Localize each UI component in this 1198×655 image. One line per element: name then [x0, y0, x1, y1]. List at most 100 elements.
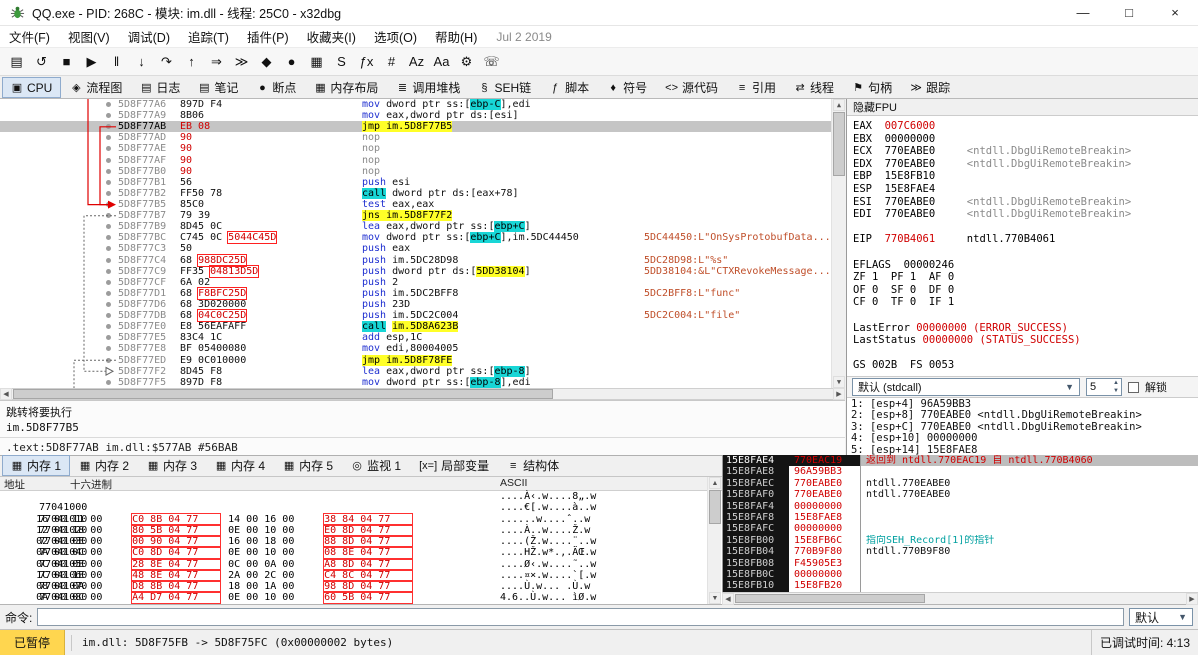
stack-argument-row[interactable]: 4: [esp+10] 00000000 [847, 432, 1198, 444]
disasm-row[interactable]: 5D8F77D6 68 3D020000 push 23D [0, 299, 845, 310]
breakpoint-dot[interactable] [106, 335, 111, 341]
scroll-up-arrow-icon[interactable]: ▲ [833, 99, 845, 111]
tab-dump-2[interactable]: ▦ 内存 2 [70, 455, 138, 476]
breakpoint-dot[interactable] [106, 324, 111, 330]
disasm-row[interactable]: 5D8F77B0 90 nop [0, 166, 845, 177]
memory-map-icon[interactable]: ▦ [304, 50, 329, 74]
register-row[interactable] [853, 309, 1192, 322]
breakpoint-dot[interactable] [106, 179, 111, 185]
breakpoint-dot[interactable] [106, 190, 111, 196]
unlock-checkbox[interactable] [1128, 381, 1139, 393]
memory-dump-row[interactable]: 77041060 08 00 0A 00 D8 8B 04 77 18 00 1A … [0, 559, 722, 593]
disasm-row[interactable]: 5D8F77CF 6A 02 push 2 [0, 277, 845, 288]
menu-item[interactable]: 调试(D) [119, 26, 179, 47]
menu-item[interactable]: 插件(P) [238, 26, 298, 47]
breakpoint-dot[interactable] [106, 313, 111, 319]
stack-row[interactable]: 15E8FB08 F45905E3 [723, 557, 860, 569]
disasm-row[interactable]: 5D8F77B1 56 push esi [0, 177, 845, 188]
disasm-row[interactable]: 5D8F77C9 FF35 04813D5D push dword ptr ds… [0, 265, 845, 277]
stack-row[interactable]: 15E8FAF0 770EABE0 [723, 489, 860, 501]
tab-handles[interactable]: ⚑ 句柄 [843, 77, 901, 98]
menu-item[interactable]: 帮助(H) [426, 26, 486, 47]
memory-dump-row[interactable]: 77041010 12 00 18 00 80 5B 04 77 0E 00 10 … [0, 502, 722, 536]
step-over-icon[interactable]: ↷ [154, 50, 179, 74]
scroll-down-arrow-icon[interactable]: ▼ [833, 376, 845, 388]
scroll-up-arrow-icon[interactable]: ▲ [709, 477, 721, 489]
tab-dump-3[interactable]: ▦ 内存 3 [138, 455, 206, 476]
disasm-row[interactable]: 5D8F77E8 BF 05400080 mov edi,80004005 [0, 343, 845, 354]
register-row[interactable]: EBX 00000000 [853, 133, 1192, 146]
disasm-row[interactable]: 5D8F77B5 85C0 test eax,eax [0, 199, 845, 210]
register-row[interactable]: EBP 15E8FB10 [853, 170, 1192, 183]
command-profile-select[interactable]: 默认 ▼ [1129, 608, 1193, 626]
tab-memory-map[interactable]: ▦ 内存布局 [305, 77, 387, 98]
menu-item[interactable]: 追踪(T) [179, 26, 238, 47]
stepper-arrows-icon[interactable]: ▲ ▼ [1113, 379, 1119, 395]
register-row[interactable]: GS 002B FS 0053 [853, 359, 1192, 372]
disasm-horizontal-scrollbar[interactable]: ◀ ▶ [0, 388, 845, 400]
tab-dump-1[interactable]: ▦ 内存 1 [2, 455, 71, 476]
font-icon[interactable]: Aa [429, 50, 454, 74]
scroll-down-arrow-icon[interactable]: ▼ [709, 592, 721, 604]
hide-fpu-button[interactable]: 隐藏FPU [847, 99, 1198, 116]
scylla-icon[interactable]: S [329, 50, 354, 74]
tab-breakpoints[interactable]: ● 断点 [247, 77, 305, 98]
menu-item[interactable]: 收藏夹(I) [298, 26, 365, 47]
patches-icon[interactable]: # [379, 50, 404, 74]
breakpoint-dot[interactable] [106, 346, 111, 352]
tab-log[interactable]: ▤ 日志 [131, 77, 189, 98]
arg-count-stepper[interactable]: 5 ▲ ▼ [1086, 378, 1122, 396]
tab-call-stack[interactable]: ≣ 调用堆栈 [387, 77, 469, 98]
disasm-row[interactable]: 5D8F77BC C745 0C 5044C45D mov dword ptr … [0, 232, 845, 244]
disasm-row[interactable]: 5D8F77B9 8D45 0C lea eax,dword ptr ss:[e… [0, 221, 845, 233]
memory-dump-row[interactable]: 77041020 02 00 0E 00 00 90 04 77 16 00 18 … [0, 514, 722, 548]
stack-row[interactable]: 15E8FB04 770B9F80 [723, 546, 860, 558]
calling-convention-select[interactable]: 默认 (stdcall) ▼ [852, 378, 1080, 396]
command-input[interactable] [37, 608, 1124, 626]
breakpoint-dot[interactable] [106, 301, 111, 307]
tab-seh[interactable]: § SEH链 [469, 77, 540, 98]
stop-icon[interactable]: ■ [54, 50, 79, 74]
disasm-row[interactable]: 5D8F77DB 68 04C0C25D push im.5DC2C004 5D… [0, 310, 845, 321]
memory-dump-row[interactable]: 77041030 0A 00 0C 00 C0 8D 04 77 0E 00 10 … [0, 525, 722, 559]
close-button[interactable]: × [1152, 0, 1198, 25]
scroll-left-arrow-icon[interactable]: ◀ [0, 388, 12, 400]
stack-comment-row[interactable] [861, 580, 1198, 591]
stack-comment-row[interactable]: 指向SEH_Record[1]的指针 [861, 535, 1198, 546]
minimize-button[interactable]: — [1060, 0, 1106, 25]
stack-comment-row[interactable] [861, 523, 1198, 534]
register-row[interactable]: ESI 770EABE0 <ntdll.DbgUiRemoteBreakin> [853, 196, 1192, 209]
breakpoint-dot[interactable] [106, 213, 111, 219]
scroll-thumb[interactable] [833, 112, 845, 176]
stack-row[interactable]: 15E8FAFC 00000000 [723, 523, 860, 535]
disasm-row[interactable]: 5D8F77D1 68 F8BFC25D push im.5DC2BFF8 5D… [0, 288, 845, 299]
register-row[interactable]: ECX 770EABE0 <ntdll.DbgUiRemoteBreakin> [853, 145, 1192, 158]
scroll-left-arrow-icon[interactable]: ◀ [722, 593, 734, 605]
stack-horizontal-scrollbar[interactable]: ◀ ▶ [722, 592, 1198, 605]
breakpoint-dot[interactable] [106, 279, 111, 285]
memory-dump-pane[interactable]: 地址 十六进制 ASCII 77041000 16 00 11 00 C0 8B … [0, 477, 722, 626]
register-row[interactable] [853, 347, 1192, 360]
register-row[interactable]: EAX 007C6000 [853, 120, 1192, 133]
script-fx-icon[interactable]: ƒx [354, 50, 379, 74]
stack-comment-row[interactable]: 返回到 ntdll.770EAC19 自 ntdll.770B4060 [861, 455, 1198, 467]
step-into-icon[interactable]: ↓ [129, 50, 154, 74]
settings-gear-icon[interactable]: ⚙ [454, 50, 479, 74]
breakpoint-dot[interactable] [106, 357, 111, 363]
breakpoint-dot[interactable] [106, 146, 111, 152]
tab-cpu[interactable]: ▣ CPU [2, 77, 62, 98]
scroll-right-arrow-icon[interactable]: ▶ [833, 388, 845, 400]
memory-dump-row[interactable]: 77041040 0C 00 0E 00 28 8E 04 77 0C 00 0A … [0, 536, 722, 570]
tab-struct[interactable]: ≡ 结构体 [498, 455, 568, 476]
breakpoint-dot[interactable] [106, 124, 111, 130]
stack-comment-row[interactable] [861, 512, 1198, 523]
restart-icon[interactable]: ↺ [29, 50, 54, 74]
register-row[interactable]: OF 0 SF 0 DF 0 [853, 284, 1192, 297]
breakpoint-dot[interactable] [106, 201, 111, 207]
tab-watch-1[interactable]: ◎ 监视 1 [342, 455, 410, 476]
memory-dump-row[interactable]: 77041090 34 00 36 000C D9 04 771E 00 20 … [0, 592, 722, 626]
disasm-row[interactable]: 5D8F77E0 E8 56EAFAFF call im.5D8A623B [0, 321, 845, 333]
disasm-row[interactable]: 5D8F77A9 8B06 mov eax,dword ptr ds:[esi] [0, 110, 845, 121]
register-row[interactable]: CF 0 TF 0 IF 1 [853, 296, 1192, 309]
strings-icon[interactable]: Az [404, 50, 429, 74]
